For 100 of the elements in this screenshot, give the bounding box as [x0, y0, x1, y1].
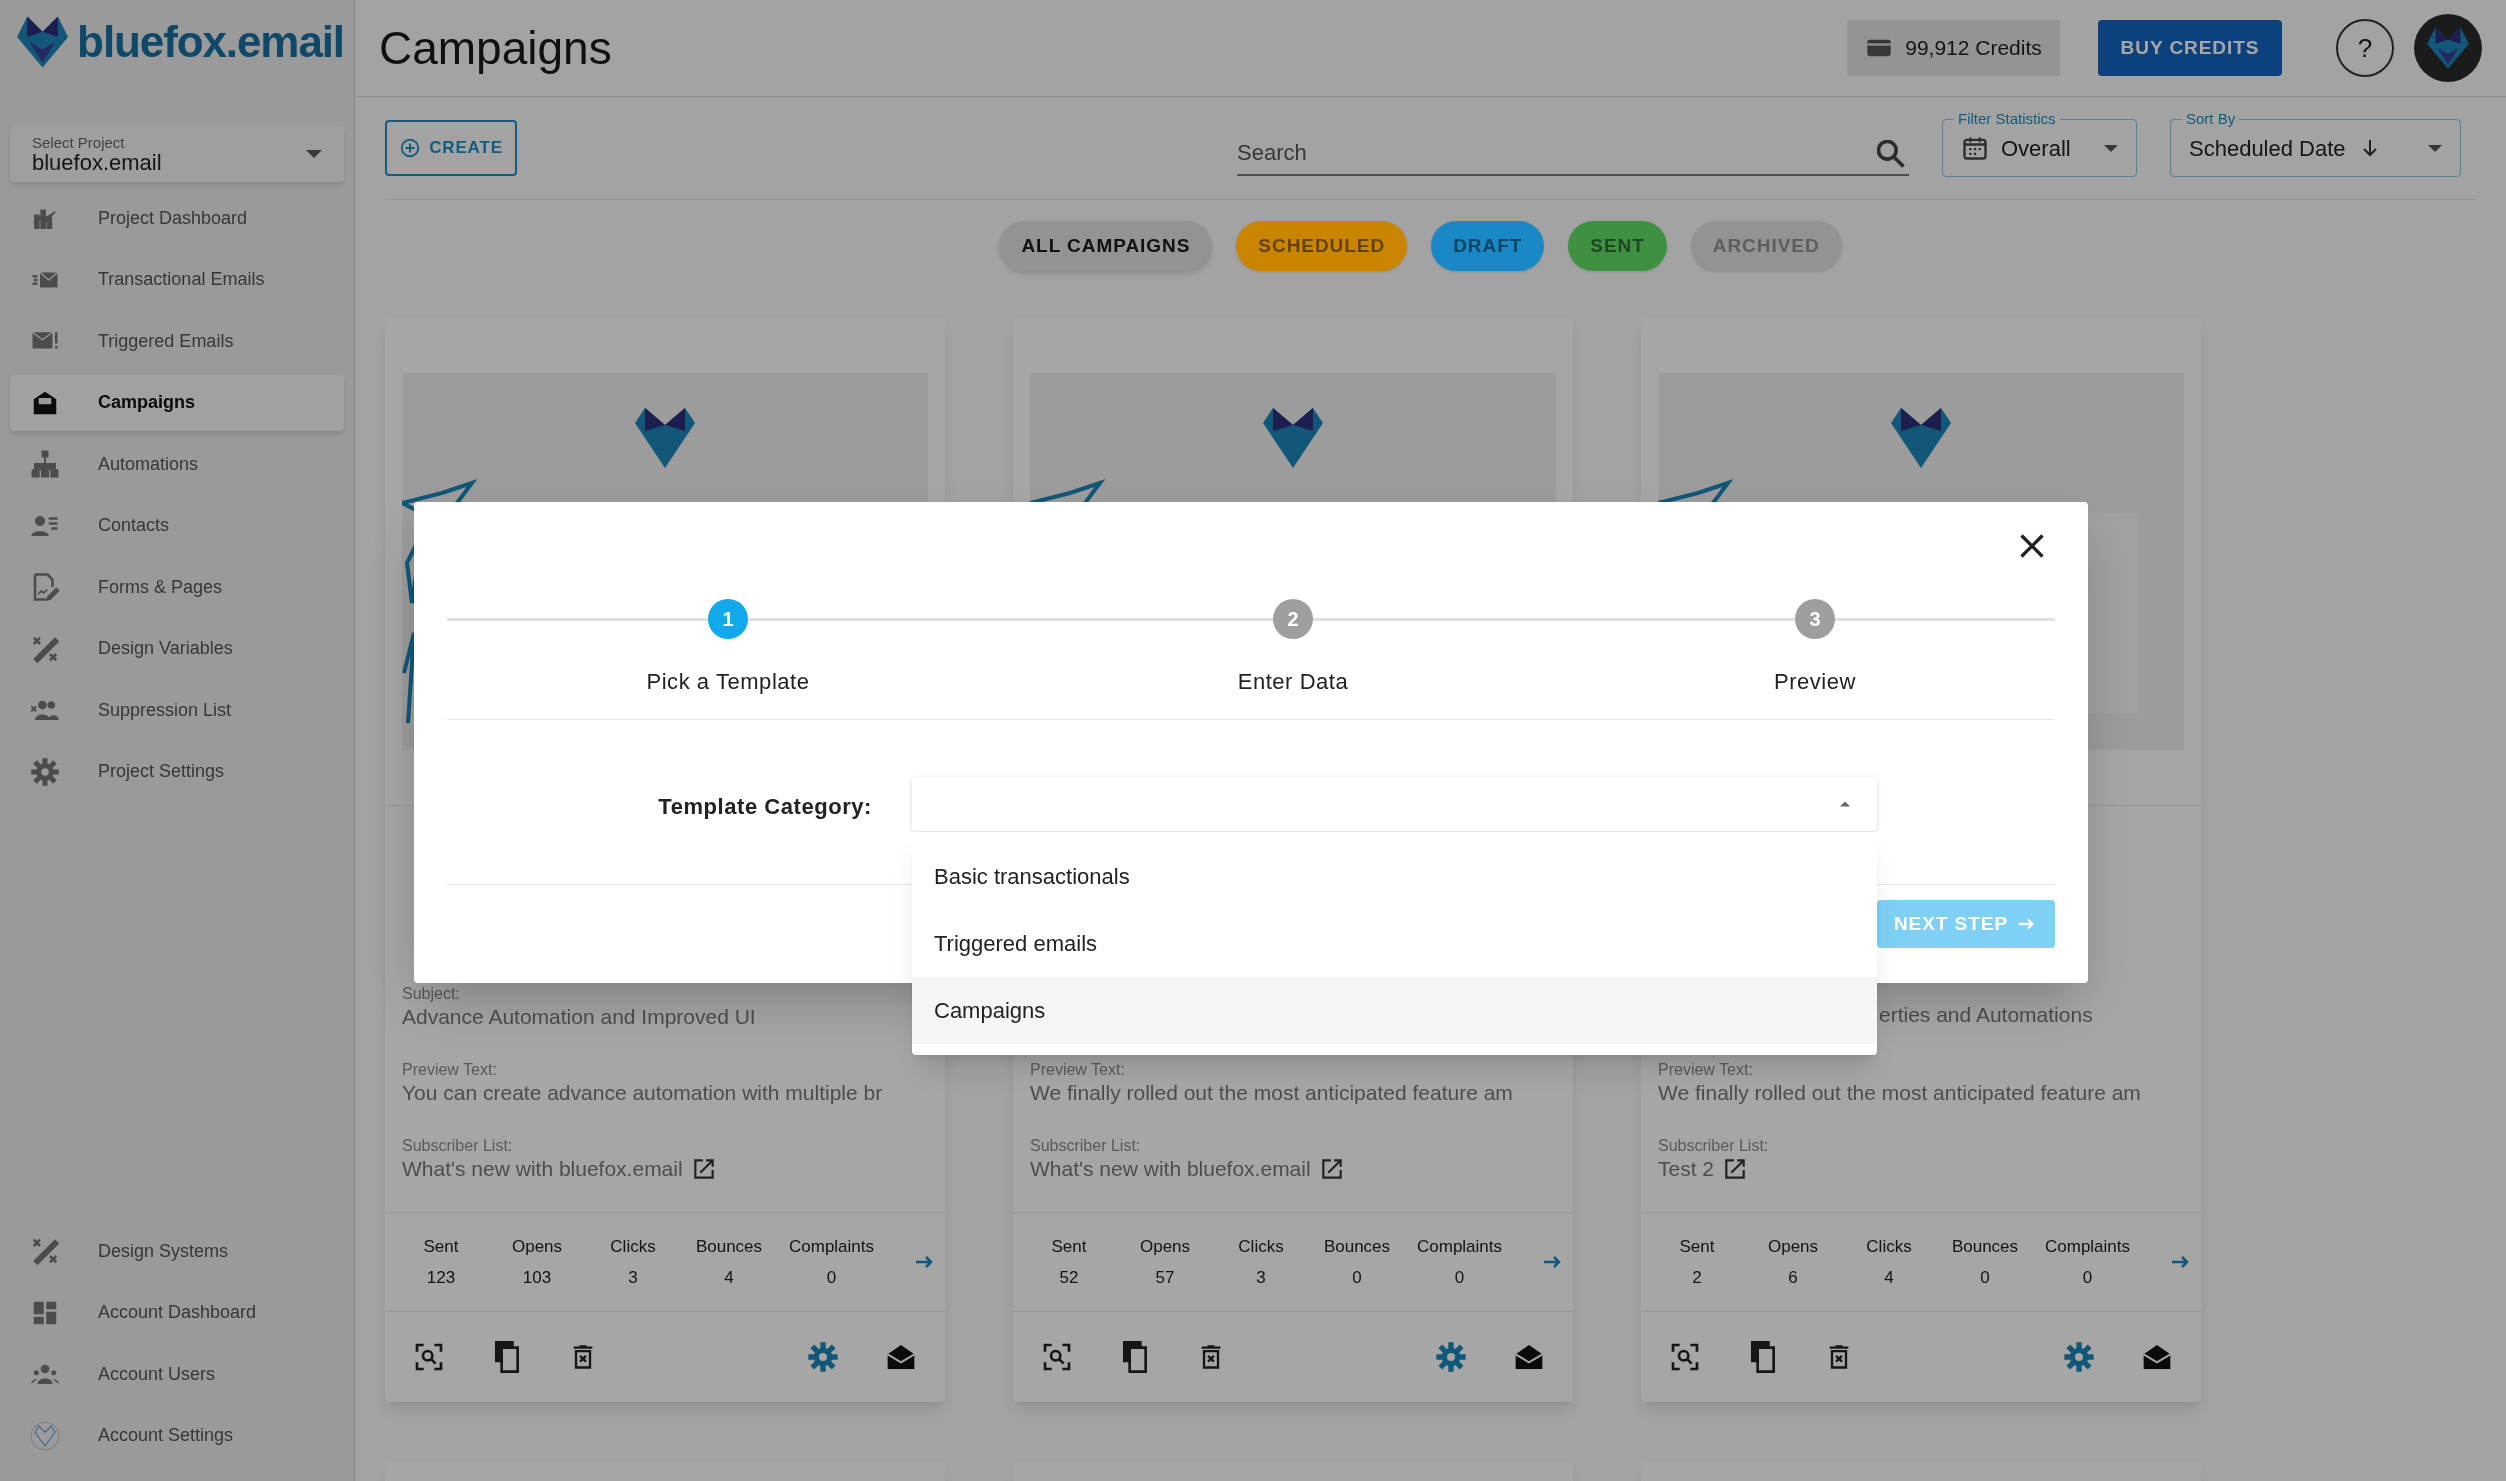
settings-icon: [807, 1341, 839, 1373]
stat-label: Complaints: [789, 1235, 875, 1258]
nav-item[interactable]: Transactional Emails: [10, 251, 344, 308]
field-value: Advance Automation and Improved UI: [402, 1004, 756, 1030]
nav-item[interactable]: Campaigns: [10, 374, 344, 431]
stat-value: 0: [2082, 1267, 2093, 1289]
step-number: 2: [1273, 599, 1313, 639]
nav-item[interactable]: Forms & Pages: [10, 559, 344, 615]
settings-icon: [2063, 1341, 2095, 1373]
field-label: Filter Statistics: [1954, 111, 2060, 126]
stat-label: Bounces: [1323, 1235, 1391, 1258]
stat-value: 2: [1692, 1267, 1702, 1289]
sitemap-icon: [30, 449, 60, 479]
stat-value: 4: [1884, 1267, 1894, 1289]
create-button[interactable]: CREATE: [385, 120, 517, 176]
stat-value: 6: [1788, 1267, 1798, 1289]
dropdown-option[interactable]: Campaigns: [912, 977, 1877, 1044]
filter-chip[interactable]: SCHEDULED: [1236, 221, 1408, 271]
settings-icon: [30, 756, 60, 787]
step-label: Pick a Template: [646, 668, 810, 696]
stat-label: Bounces: [695, 1235, 763, 1258]
stat-label: Clicks: [610, 1235, 656, 1258]
project-select[interactable]: Select Project bluefox.email: [10, 126, 344, 182]
stat-label: Opens: [1139, 1235, 1191, 1258]
stat-value: 3: [628, 1267, 638, 1289]
field-label: Subscriber List:: [402, 1136, 514, 1156]
stat-label: Sent: [423, 1235, 459, 1258]
step-label: Enter Data: [1237, 668, 1349, 696]
stat-value: 52: [1059, 1267, 1079, 1289]
caret-icon: [2428, 144, 2442, 152]
field-label: Preview Text:: [1030, 1060, 1126, 1080]
stat-value: 0: [1352, 1267, 1362, 1289]
stat-value: 0: [826, 1267, 837, 1289]
step-label: Preview: [1773, 668, 1857, 696]
stat-label: Opens: [511, 1235, 563, 1258]
field-label: Preview Text:: [1658, 1060, 1754, 1080]
stat-label: Complaints: [1417, 1235, 1503, 1258]
field-label: Sort By: [2182, 111, 2240, 126]
scan-search-icon: [1041, 1341, 1073, 1373]
pencil-ruler-icon: [30, 1236, 60, 1266]
field-value: What's new with bluefox.email: [1030, 1156, 1311, 1182]
stat-label: Clicks: [1238, 1235, 1284, 1258]
field-value: Test 2: [1658, 1156, 1715, 1182]
field-label: Template Category:: [657, 793, 873, 821]
nav-item[interactable]: Triggered Emails: [10, 313, 344, 369]
credits-text: 99,912 Credits: [1905, 35, 2042, 62]
step-number: 1: [708, 599, 748, 639]
field-value: What's new with bluefox.email: [402, 1156, 683, 1182]
help-button[interactable]: ?: [2336, 19, 2394, 77]
stat-value: 103: [522, 1267, 552, 1289]
filter-chip[interactable]: ALL CAMPAIGNS: [999, 221, 1213, 271]
settings-icon: [1435, 1341, 1467, 1373]
field-label: Preview Text:: [402, 1060, 498, 1080]
nav-item[interactable]: Design Variables: [10, 620, 344, 677]
stat-label: Bounces: [1951, 1235, 2019, 1258]
stat-label: Clicks: [1866, 1235, 1912, 1258]
stat-label: Sent: [1051, 1235, 1087, 1258]
stat-label: Complaints: [2045, 1235, 2131, 1258]
filter-chip[interactable]: DRAFT: [1431, 221, 1545, 271]
caret-icon: [306, 150, 322, 158]
field-value: We finally rolled out the most anticipated feature am: [1658, 1080, 2141, 1106]
stat-value: 123: [426, 1267, 456, 1289]
stat-label: Sent: [1679, 1235, 1715, 1258]
stat-value: 4: [724, 1267, 734, 1289]
search-field[interactable]: Search: [1237, 132, 1909, 176]
page-title: Campaigns: [379, 20, 612, 76]
plus-circle-icon: [399, 137, 422, 159]
stat-value: 57: [1155, 1267, 1175, 1289]
field-value: We finally rolled out the most anticipated feature am: [1030, 1080, 1513, 1106]
field-value: Scheduled Date: [2189, 134, 2346, 163]
filter-chip[interactable]: SENT: [1568, 221, 1667, 271]
field-label: Select Project: [32, 134, 126, 150]
dropdown-option[interactable]: Basic transactionals: [912, 843, 1877, 910]
nav-item[interactable]: Account Users: [10, 1346, 344, 1402]
nav-item[interactable]: Project Settings: [10, 743, 344, 800]
field-value: erties and Automations: [1879, 1002, 2093, 1028]
stat-value: 3: [1256, 1267, 1266, 1289]
dropdown-option[interactable]: Triggered emails: [912, 910, 1877, 977]
nav-item[interactable]: Project Dashboard: [10, 190, 344, 246]
nav-item[interactable]: Account Settings: [10, 1407, 344, 1464]
logo-text: bluefox.email: [77, 20, 344, 64]
field-value: You can create advance automation with multiple br: [402, 1080, 883, 1106]
field-value: bluefox.email: [32, 151, 162, 174]
stat-value: 0: [1980, 1267, 1990, 1289]
search-icon: [1877, 140, 1905, 168]
stat-label: Opens: [1767, 1235, 1819, 1258]
nav-item[interactable]: Automations: [10, 436, 344, 492]
field-label: Subject:: [402, 984, 461, 1004]
fox-avatar-icon: [30, 1420, 60, 1451]
scan-search-icon: [1669, 1341, 1701, 1373]
stat-value: 0: [1454, 1267, 1465, 1289]
nav-item[interactable]: Contacts: [10, 497, 344, 554]
nav-item[interactable]: Account Dashboard: [10, 1284, 344, 1341]
step-number: 3: [1795, 599, 1835, 639]
field-label: Subscriber List:: [1658, 1136, 1770, 1156]
field-label: Subscriber List:: [1030, 1136, 1142, 1156]
buy-credits-button[interactable]: BUY CREDITS: [2098, 20, 2282, 76]
nav-item[interactable]: Design Systems: [10, 1223, 344, 1279]
nav-item[interactable]: Suppression List: [10, 682, 344, 738]
field-value: Overall: [2001, 134, 2071, 163]
